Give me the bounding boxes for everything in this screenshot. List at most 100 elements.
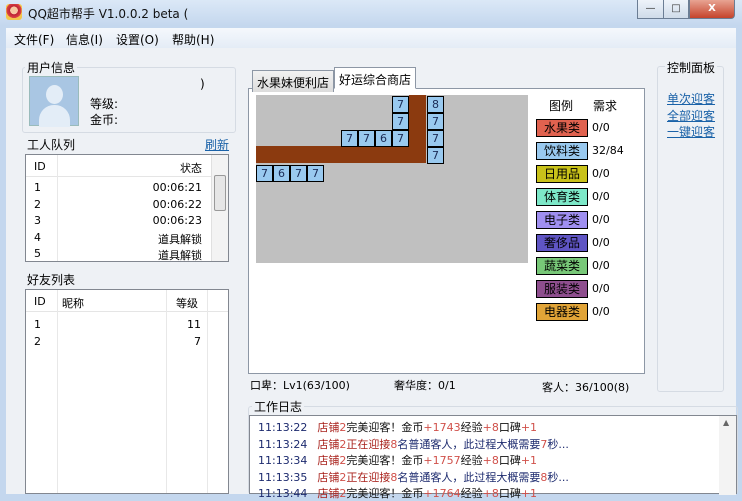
log-text: 店铺 (317, 437, 340, 451)
table-row[interactable]: 27 (26, 333, 228, 350)
legend-swatch: 日用品 (536, 165, 588, 183)
scrollbar[interactable] (211, 155, 228, 261)
log-text: 口碑 (498, 421, 521, 434)
legend-need: 0/0 (592, 190, 610, 203)
shelf-cell[interactable]: 7 (427, 147, 444, 164)
shelf-cell[interactable]: 7 (307, 165, 324, 182)
shelf-cell[interactable]: 7 (427, 130, 444, 147)
work-log-title: 工作日志 (252, 398, 305, 415)
column-id[interactable]: ID (34, 295, 46, 308)
avatar (29, 76, 79, 127)
log-line: 11:13:22 店铺2完美迎客！金币+1743经验+8口碑+1 (258, 419, 537, 435)
log-text: 正在迎接 (346, 437, 391, 451)
table-row[interactable]: 5 道具解锁 (26, 245, 228, 262)
row-level: 7 (194, 335, 201, 348)
log-text: 店铺 (317, 454, 340, 467)
shelf-cell[interactable]: 7 (392, 96, 409, 113)
legend-need: 0/0 (592, 305, 610, 318)
scrollbar[interactable]: ▲ (719, 416, 736, 495)
log-text: 秒... (547, 470, 569, 484)
worker-queue-title: 工人队列 (25, 136, 78, 153)
log-time: 11:13:22 (258, 421, 308, 434)
legend-swatch: 水果类 (536, 119, 588, 137)
log-text: +1757 (423, 454, 461, 467)
row-id: 3 (34, 214, 41, 227)
maximize-button[interactable]: □ (663, 0, 689, 19)
window-title: QQ超市帮手 V1.0.0.2 beta ( (28, 7, 189, 21)
log-time: 11:13:35 (258, 470, 308, 484)
column-level[interactable]: 等级 (176, 295, 198, 311)
minimize-button[interactable]: — (637, 0, 664, 19)
log-text: 经验 (460, 454, 483, 467)
row-level: 11 (187, 318, 201, 331)
menu-bar: 文件(F) 信息(I) 设置(O) 帮助(H) (6, 28, 736, 48)
row-status: 00:06:23 (152, 214, 202, 227)
legend-need: 32/84 (592, 144, 624, 157)
tab-fruit-shop[interactable]: 水果妹便利店 (252, 70, 335, 92)
scrollbar-thumb[interactable] (214, 175, 226, 211)
log-time: 11:13:34 (258, 454, 308, 467)
gold-label: 金币: (90, 113, 119, 127)
log-text: 店铺 (317, 470, 340, 484)
log-text: +1 (520, 454, 538, 467)
row-status: 道具解锁 (158, 249, 202, 262)
close-button[interactable]: X (689, 0, 735, 19)
log-text: +1 (520, 421, 538, 434)
legend-swatch: 奢侈品 (536, 234, 588, 252)
table-row[interactable]: 1 11 (26, 316, 228, 333)
shelf-cell[interactable]: 8 (427, 96, 444, 113)
row-id: 2 (34, 335, 41, 348)
shelf-cell[interactable]: 7 (358, 130, 375, 147)
legend-need: 0/0 (592, 213, 610, 226)
control-panel-title: 控制面板 (665, 59, 718, 76)
shelf-cell[interactable]: 6 (273, 165, 290, 182)
table-row[interactable]: 2 00:06:22 (26, 196, 228, 213)
level-label: 等级: (90, 97, 119, 111)
customers-status: 客人：36/100(8) (542, 381, 630, 394)
legend-need: 0/0 (592, 121, 610, 134)
legend-swatch: 电子类 (536, 211, 588, 229)
legend-need: 0/0 (592, 259, 610, 272)
one-click-greet-link[interactable]: 一键迎客 (667, 123, 715, 140)
menu-file[interactable]: 文件(F) (14, 31, 54, 48)
legend-swatch: 服装类 (536, 280, 588, 298)
log-text: 正在迎接 (346, 470, 391, 484)
column-status[interactable]: 状态 (180, 160, 202, 176)
log-text: 秒... (547, 437, 569, 451)
shelf-cell[interactable]: 7 (341, 130, 358, 147)
friends-list: ID 昵称 等级 1 11 2 7 (25, 289, 229, 494)
table-row[interactable]: 1 00:06:21 (26, 179, 228, 196)
shelf-cell[interactable]: 7 (392, 113, 409, 130)
table-row[interactable]: 3 00:06:23 (26, 212, 228, 229)
log-text: 经验 (460, 421, 483, 434)
single-greet-link[interactable]: 单次迎客 (667, 90, 715, 107)
legend-swatch: 电器类 (536, 303, 588, 321)
shelf-cell[interactable]: 7 (427, 113, 444, 130)
all-greet-link[interactable]: 全部迎客 (667, 107, 715, 124)
need-title: 需求 (593, 99, 618, 113)
table-row[interactable]: 4 道具解锁 (26, 229, 228, 246)
log-line: 11:13:44 店铺2完美迎客！金币+1764经验+8口碑+1 (258, 485, 537, 501)
shelf-cell[interactable]: 7 (256, 165, 273, 182)
legend-swatch: 体育类 (536, 188, 588, 206)
legend-swatch: 蔬菜类 (536, 257, 588, 275)
column-nickname[interactable]: 昵称 (62, 295, 84, 311)
user-info-title: 用户信息 (25, 59, 78, 76)
row-id: 1 (34, 181, 41, 194)
menu-help[interactable]: 帮助(H) (172, 31, 214, 48)
legend-need: 0/0 (592, 282, 610, 295)
tab-lucky-shop[interactable]: 好运综合商店 (334, 67, 417, 89)
shelf-cell[interactable]: 6 (375, 130, 392, 147)
shelf-cell[interactable]: 7 (290, 165, 307, 182)
column-id[interactable]: ID (34, 160, 46, 173)
refresh-link[interactable]: 刷新 (205, 136, 229, 153)
row-status: 00:06:21 (152, 181, 202, 194)
legend-title: 图例 (549, 99, 574, 113)
row-id: 5 (34, 247, 41, 260)
legend-need: 0/0 (592, 236, 610, 249)
scroll-up-icon[interactable]: ▲ (723, 418, 729, 427)
menu-settings[interactable]: 设置(O) (116, 31, 159, 48)
row-id: 1 (34, 318, 41, 331)
menu-info[interactable]: 信息(I) (66, 31, 103, 48)
shelf-cell[interactable]: 7 (392, 130, 409, 147)
